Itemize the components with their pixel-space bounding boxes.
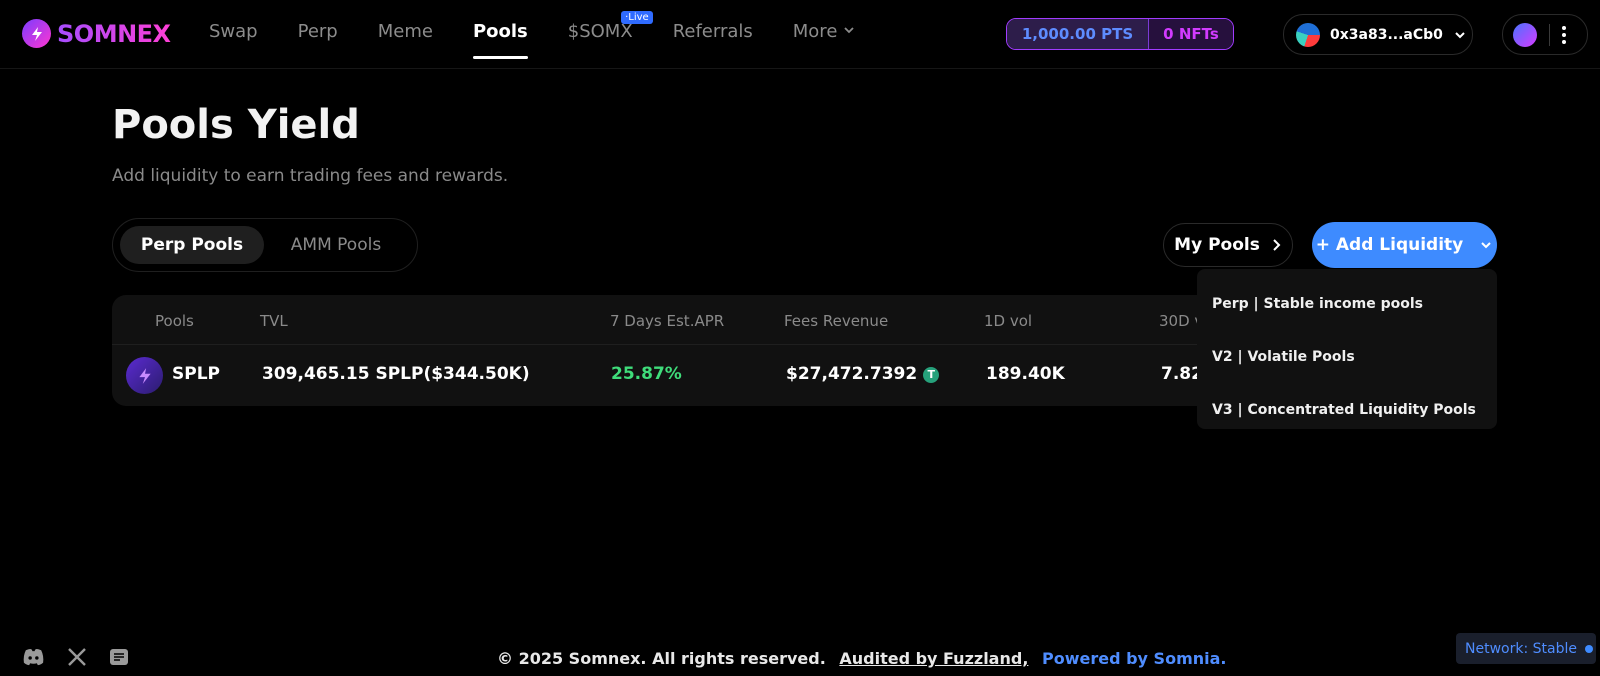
chevron-down-icon — [844, 27, 854, 34]
social-links — [22, 648, 129, 666]
points-value: 1,000.00 PTS — [1007, 19, 1149, 49]
network-label: Network: Stable — [1465, 640, 1577, 657]
nav-somx-label: $SOMX — [567, 21, 633, 42]
live-badge: ·Live — [621, 11, 653, 24]
somnia-logo-icon — [1513, 22, 1537, 47]
nav-more[interactable]: More — [793, 21, 855, 59]
powered-link[interactable]: Powered by Somnia. — [1042, 649, 1227, 668]
chevron-right-icon — [1273, 239, 1281, 251]
col-apr: 7 Days Est.APR — [610, 312, 725, 330]
network-status: Network: Stable — [1456, 633, 1596, 664]
add-liquidity-label: + Add Liquidity — [1315, 235, 1464, 255]
chevron-down-icon — [1455, 31, 1465, 38]
wallet-address: 0x3a83...aCb0 — [1330, 26, 1443, 43]
divider — [1549, 23, 1550, 46]
nav-more-label: More — [792, 21, 838, 42]
network-status-dot — [1584, 644, 1593, 653]
col-fees: Fees Revenue — [784, 312, 889, 330]
col-pools: Pools — [155, 312, 194, 330]
dropdown-item-v3[interactable]: V3 | Concentrated Liquidity Pools — [1197, 383, 1497, 436]
col-tvl: TVL — [260, 312, 288, 330]
pool-name: SPLP — [172, 364, 220, 384]
my-pools-button[interactable]: My Pools — [1163, 223, 1293, 267]
footer: © 2025 Somnex. All rights reserved. Audi… — [497, 649, 1227, 668]
kebab-menu-icon[interactable] — [1562, 25, 1566, 44]
page-subtitle: Add liquidity to earn trading fees and r… — [112, 166, 509, 186]
pool-type-tabs: Perp Pools AMM Pools — [112, 218, 418, 272]
nav-perp[interactable]: Perp — [298, 21, 338, 59]
nav-swap[interactable]: Swap — [209, 21, 258, 59]
docs-icon[interactable] — [109, 648, 129, 666]
nav-pools[interactable]: Pools — [472, 21, 528, 59]
tab-perp-pools[interactable]: Perp Pools — [120, 226, 264, 264]
usdt-icon: T — [923, 366, 940, 383]
nav-meme[interactable]: Meme — [378, 21, 433, 59]
tab-amm-pools[interactable]: AMM Pools — [264, 226, 408, 264]
copyright: © 2025 Somnex. All rights reserved. — [497, 649, 826, 668]
brand-name: SOMNEX — [57, 19, 171, 48]
discord-icon[interactable] — [22, 648, 45, 666]
nfts-value: 0 NFTs — [1149, 19, 1233, 49]
wallet-avatar — [1296, 22, 1320, 47]
add-liquidity-dropdown: Perp | Stable income pools V2 | Volatile… — [1197, 269, 1497, 429]
dropdown-item-v2[interactable]: V2 | Volatile Pools — [1197, 330, 1497, 383]
nav-referrals[interactable]: Referrals — [673, 21, 753, 59]
somnex-logo-icon — [22, 19, 51, 48]
app-menu[interactable] — [1502, 14, 1588, 55]
dropdown-item-perp[interactable]: Perp | Stable income pools — [1197, 277, 1497, 330]
main-nav: Swap Perp Meme Pools $SOMX ·Live Referra… — [209, 11, 895, 59]
wallet-button[interactable]: 0x3a83...aCb0 — [1283, 14, 1473, 55]
pool-apr: 25.87% — [611, 364, 682, 384]
pool-1d-vol: 189.40K — [986, 364, 1065, 384]
x-twitter-icon[interactable] — [67, 648, 87, 666]
add-liquidity-button[interactable]: + Add Liquidity — [1312, 222, 1497, 268]
audited-link[interactable]: Audited by Fuzzland, — [839, 649, 1028, 668]
pool-fees: $27,472.7392 T — [786, 364, 940, 384]
pool-tvl: 309,465.15 SPLP($344.50K) — [262, 364, 530, 384]
chevron-down-icon — [1481, 242, 1491, 249]
col-1d-vol: 1D vol — [984, 312, 1033, 330]
nav-somx[interactable]: $SOMX ·Live — [567, 11, 653, 59]
splp-token-icon — [126, 357, 163, 394]
my-pools-label: My Pools — [1174, 235, 1260, 255]
page-title: Pools Yield — [112, 102, 360, 148]
top-header: SOMNEX Swap Perp Meme Pools $SOMX ·Live … — [0, 0, 1600, 69]
points-pill[interactable]: 1,000.00 PTS 0 NFTs — [1006, 18, 1234, 50]
brand-logo[interactable]: SOMNEX — [22, 19, 171, 48]
